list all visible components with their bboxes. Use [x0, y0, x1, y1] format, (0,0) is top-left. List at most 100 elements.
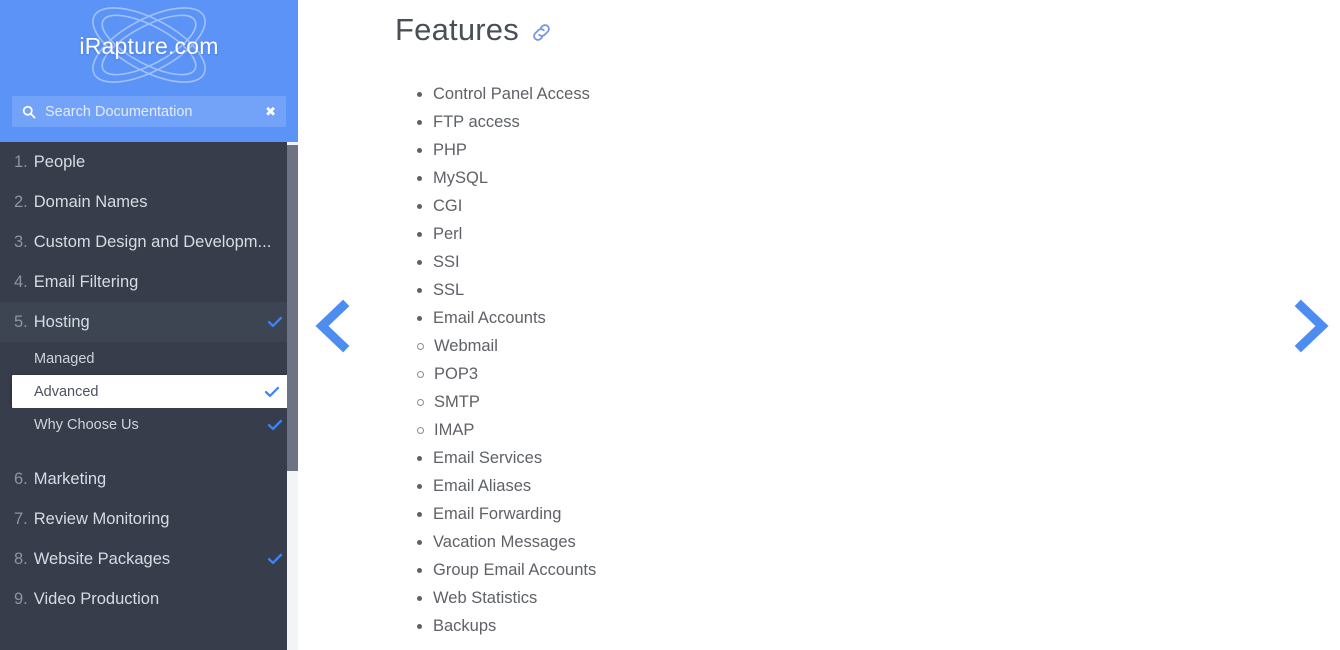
sidebar-subitem-why-choose-us[interactable]: Why Choose Us	[0, 408, 298, 441]
sidebar-item-label: Domain Names	[33, 192, 148, 211]
list-item: POP3	[395, 360, 1310, 388]
logo[interactable]: iRapture.com	[0, 0, 298, 92]
list-item: IMAP	[395, 416, 1310, 444]
main-content: Features Control Panel Access FTP access…	[298, 0, 1340, 650]
sidebar-item-number: 9.	[14, 589, 28, 608]
documentation-page: iRapture.com ✖ 1. People 2. Domain Names	[0, 0, 1340, 650]
sidebar-item-number: 5.	[14, 312, 28, 331]
sidebar-item-label: Hosting	[33, 312, 90, 331]
list-item: Perl	[395, 220, 1310, 248]
feature-label: Group Email Accounts	[433, 561, 597, 579]
feature-label: SSL	[433, 281, 465, 299]
search-icon	[22, 105, 36, 118]
sidebar-item-hosting[interactable]: 5. Hosting	[0, 302, 298, 342]
page-title: Features	[395, 12, 553, 48]
feature-sublabel: IMAP	[434, 421, 475, 439]
feature-label: Web Statistics	[433, 589, 538, 607]
list-item: Backups	[395, 612, 1310, 640]
list-item: SSI	[395, 248, 1310, 276]
list-item: Group Email Accounts	[395, 556, 1310, 584]
sidebar-item-number: 7.	[14, 509, 28, 528]
sidebar-subitem-label: Managed	[34, 350, 95, 367]
checkmark-icon	[268, 316, 282, 328]
sidebar-item-label: People	[33, 152, 86, 171]
feature-label: Email Accounts	[433, 309, 546, 327]
feature-sublabel: Webmail	[434, 337, 498, 355]
search-input[interactable]	[45, 96, 260, 127]
sidebar-item-label: Marketing	[33, 469, 107, 488]
sidebar-subitem-managed[interactable]: Managed	[0, 342, 298, 375]
feature-label: Backups	[433, 617, 497, 635]
features-content: Control Panel Access FTP access PHP MySQ…	[395, 80, 1310, 640]
list-item: SMTP	[395, 388, 1310, 416]
features-list: Control Panel Access FTP access PHP MySQ…	[395, 80, 1310, 640]
chevron-right-icon	[1294, 299, 1329, 353]
feature-label: SSI	[433, 253, 460, 271]
list-item: CGI	[395, 192, 1310, 220]
sidebar-subitem-label: Why Choose Us	[34, 416, 139, 433]
sidebar-scrollbar-track[interactable]	[287, 142, 298, 650]
sidebar-item-review-monitoring[interactable]: 7. Review Monitoring	[0, 499, 298, 539]
feature-label: FTP access	[433, 113, 520, 131]
sidebar-item-website-packages[interactable]: 8. Website Packages	[0, 539, 298, 579]
sidebar-item-number: 3.	[14, 232, 28, 251]
sidebar-item-people[interactable]: 1. People	[0, 142, 298, 182]
sidebar-subitem-label: Advanced	[34, 383, 99, 400]
sidebar-item-domain-names[interactable]: 2. Domain Names	[0, 182, 298, 222]
checkmark-icon	[268, 419, 282, 430]
sidebar-item-custom-design[interactable]: 3. Custom Design and Developm...	[0, 222, 298, 262]
feature-label: Control Panel Access	[433, 85, 590, 103]
sidebar-item-email-filtering[interactable]: 4. Email Filtering	[0, 262, 298, 302]
logo-text: iRapture.com	[79, 32, 219, 59]
sidebar-item-marketing[interactable]: 6. Marketing	[0, 459, 298, 499]
link-chain-icon[interactable]	[530, 21, 553, 44]
chevron-left-icon	[315, 299, 350, 353]
sidebar-item-number: 8.	[14, 549, 28, 568]
sidebar-item-label: Review Monitoring	[33, 509, 170, 528]
sidebar-item-label: Website Packages	[33, 549, 171, 568]
feature-sublabel: SMTP	[434, 393, 480, 411]
list-item: Control Panel Access	[395, 80, 1310, 108]
list-item: Vacation Messages	[395, 528, 1310, 556]
next-page-button[interactable]	[1287, 298, 1333, 354]
sidebar-item-number: 2.	[14, 192, 28, 211]
list-item: FTP access	[395, 108, 1310, 136]
feature-label: Perl	[433, 225, 463, 243]
sidebar-item-label: Email Filtering	[33, 272, 139, 291]
feature-label: MySQL	[433, 169, 489, 187]
feature-label: Email Services	[433, 449, 543, 467]
brand-panel: iRapture.com ✖	[0, 0, 298, 142]
list-item: Email Forwarding	[395, 500, 1310, 528]
list-item: PHP	[395, 136, 1310, 164]
search-box[interactable]: ✖	[12, 96, 286, 127]
sidebar-scrollbar-thumb[interactable]	[287, 145, 298, 471]
feature-label: Vacation Messages	[433, 533, 576, 551]
list-item: Email Aliases	[395, 472, 1310, 500]
sidebar-nav: 1. People 2. Domain Names 3. Custom Desi…	[0, 142, 298, 650]
clear-search-icon[interactable]: ✖	[259, 105, 276, 118]
list-item: SSL	[395, 276, 1310, 304]
checkmark-icon	[268, 553, 282, 565]
sidebar-item-number: 4.	[14, 272, 28, 291]
checkmark-icon	[265, 386, 279, 397]
sidebar-item-video-production[interactable]: 9. Video Production	[0, 579, 298, 619]
list-item: Webmail	[395, 332, 1310, 360]
sidebar-item-number: 1.	[14, 152, 28, 171]
list-item: Email Services	[395, 444, 1310, 472]
list-item: MySQL	[395, 164, 1310, 192]
feature-label: CGI	[433, 197, 463, 215]
sidebar-divider-gap	[0, 441, 298, 459]
feature-sublabel: POP3	[434, 365, 479, 383]
feature-label: Email Forwarding	[433, 505, 562, 523]
sidebar-item-label: Custom Design and Developm...	[33, 232, 272, 251]
sidebar: iRapture.com ✖ 1. People 2. Domain Names	[0, 0, 298, 650]
email-accounts-sublist: Webmail POP3 SMTP IMAP	[395, 332, 1310, 444]
sidebar-item-number: 6.	[14, 469, 28, 488]
list-item: Web Statistics	[395, 584, 1310, 612]
previous-page-button[interactable]	[311, 298, 357, 354]
sidebar-subitem-advanced[interactable]: Advanced	[12, 375, 293, 408]
feature-label: Email Aliases	[433, 477, 532, 495]
list-item: Email Accounts	[395, 304, 1310, 332]
sidebar-item-label: Video Production	[33, 589, 160, 608]
feature-label: PHP	[433, 141, 467, 159]
